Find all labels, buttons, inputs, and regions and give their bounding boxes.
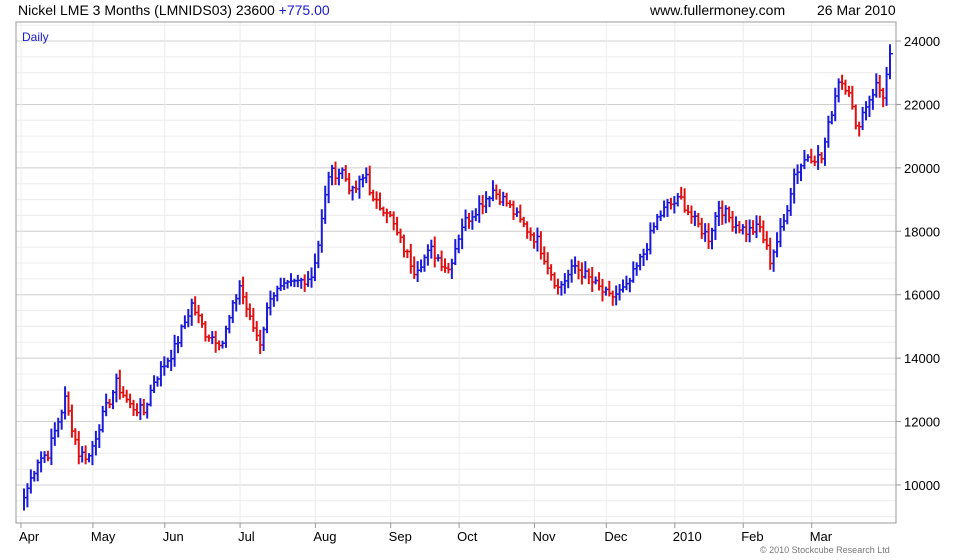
- y-tick-label: 16000: [904, 288, 940, 303]
- x-tick-label: 2010: [673, 529, 702, 544]
- x-tick-label: Feb: [741, 529, 763, 544]
- y-tick-label: 22000: [904, 97, 940, 112]
- price-bars: [23, 44, 893, 511]
- chart-grid: [16, 22, 896, 523]
- x-tick-label: Oct: [457, 529, 478, 544]
- x-tick-label: Apr: [19, 529, 40, 544]
- x-tick-label: Jun: [163, 529, 184, 544]
- x-tick-label: Mar: [810, 529, 833, 544]
- y-tick-label: 14000: [904, 351, 940, 366]
- y-tick-label: 24000: [904, 34, 940, 49]
- x-tick-label: Dec: [604, 529, 628, 544]
- y-tick-label: 18000: [904, 224, 940, 239]
- price-chart: 10000 12000 14000 16000 18000 20000 22000 24000…: [15, 21, 940, 544]
- y-tick-label: 10000: [904, 478, 940, 493]
- x-tick-label: Aug: [313, 529, 336, 544]
- price-bar: [889, 44, 893, 80]
- y-tick-label: 12000: [904, 415, 940, 430]
- x-tick-label: May: [91, 529, 116, 544]
- chart-axes: 10000 12000 14000 16000 18000 20000 22000 24000…: [15, 21, 940, 544]
- period-label: Daily: [22, 30, 49, 44]
- plot-frame: [15, 21, 897, 524]
- x-tick-label: Sep: [389, 529, 412, 544]
- y-tick-label: 20000: [904, 161, 940, 176]
- x-tick-label: Nov: [532, 529, 556, 544]
- copyright-notice: © 2010 Stockcube Research Ltd: [760, 545, 890, 555]
- x-tick-label: Jul: [238, 529, 255, 544]
